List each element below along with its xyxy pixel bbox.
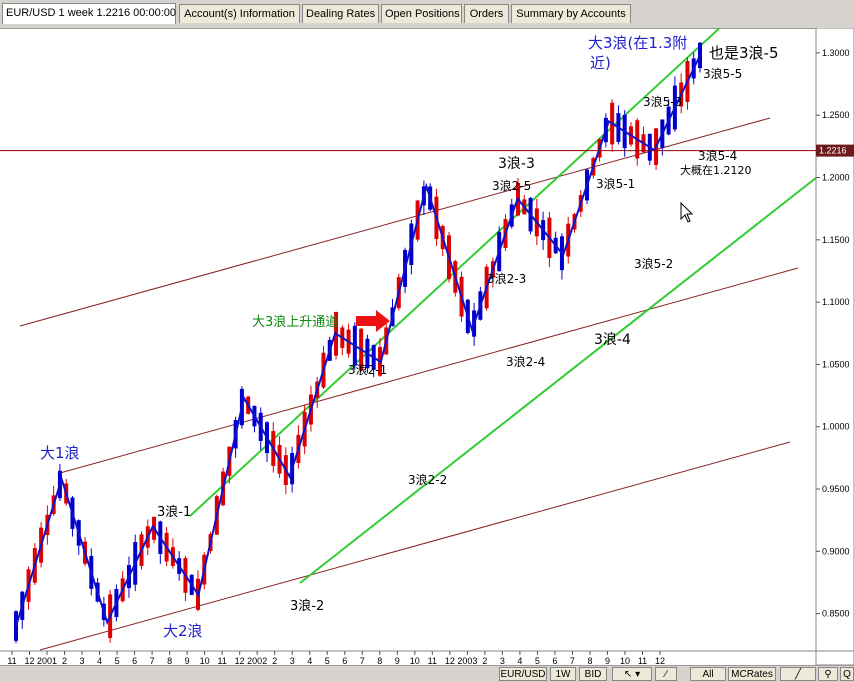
x-tick-label: 4 — [97, 656, 102, 665]
x-tick-label: 9 — [185, 656, 190, 665]
y-tick-label: 1.0500 — [822, 359, 850, 369]
wave-annotation: 3浪5-2 — [634, 256, 673, 271]
tab-open-positions[interactable]: Open Positions — [381, 4, 462, 23]
tab-orders[interactable]: Orders — [464, 4, 509, 23]
x-tick-label: 9 — [395, 656, 400, 665]
x-tick-label: 3 — [500, 656, 505, 665]
tab-dealing-rates[interactable]: Dealing Rates — [302, 4, 379, 23]
x-tick-label: 12 — [445, 656, 455, 665]
y-tick-label: 1.3000 — [822, 48, 850, 58]
x-tick-label: 8 — [167, 656, 172, 665]
x-tick-label: 10 — [200, 656, 210, 665]
y-tick-label: 0.8500 — [822, 609, 850, 619]
price-chart[interactable]: 1.3000 1.2500 1.2000 1.1500 1.1000 1.0500 1.00… — [0, 28, 854, 665]
y-tick-label: 1.1000 — [822, 297, 850, 307]
draw-icon: ╱ — [794, 669, 802, 680]
x-tick-label: 6 — [342, 656, 347, 665]
x-tick-label: 10 — [620, 656, 630, 665]
wave-annotation: 3浪-1 — [157, 505, 191, 520]
mouse-cursor-icon — [680, 201, 694, 223]
y-tick-label: 0.9500 — [822, 484, 850, 494]
chart-canvas[interactable]: 1.3000 1.2500 1.2000 1.1500 1.1000 1.0500 1.00… — [0, 28, 854, 665]
current-price-label: 1.2216 — [819, 146, 847, 156]
tab-account-information[interactable]: Account(s) Information — [179, 4, 300, 23]
x-tick-label: 3 — [290, 656, 295, 665]
line-tool-icon: ∕ — [665, 669, 667, 680]
all-button[interactable]: All — [690, 667, 726, 681]
line-tool-button[interactable]: ∕ — [655, 667, 677, 681]
bottom-toolbar: EUR/USD 1W BID ↖ ▾ ∕ All MCRates ╱ ⚲ Q — [0, 665, 854, 682]
x-tick-label: 5 — [325, 656, 330, 665]
x-tick-label: 12 — [235, 656, 245, 665]
wave-annotation: 3浪5-1 — [596, 176, 635, 191]
tab-summary-by-accounts[interactable]: Summary by Accounts — [511, 4, 631, 23]
x-tick-label: 7 — [360, 656, 365, 665]
x-tick-label: 2003 — [457, 656, 477, 665]
symbol-selector[interactable]: EUR/USD — [499, 667, 547, 681]
x-tick-label: 6 — [132, 656, 137, 665]
x-tick-label: 8 — [377, 656, 382, 665]
x-tick-label: 6 — [552, 656, 557, 665]
trend-channel-line — [59, 267, 799, 474]
tab-eurusd-chart[interactable]: EUR/USD 1 week 1.2216 00:00:00 — [2, 3, 176, 24]
cursor-tool-button[interactable]: ↖ ▾ — [612, 667, 652, 681]
wave-annotation: 大1浪 — [40, 444, 80, 462]
x-tick-label: 8 — [587, 656, 592, 665]
wave-annotation: 3浪2-5 — [492, 178, 531, 193]
x-tick-label: 11 — [7, 656, 16, 665]
wave-annotation: 大2浪 — [163, 622, 203, 640]
x-tick-label: 2001 — [37, 656, 57, 665]
tab-bar: EUR/USD 1 week 1.2216 00:00:00 Account(s… — [0, 0, 854, 29]
price-side-selector[interactable]: BID — [579, 667, 607, 681]
wave-annotation: 3浪-3 — [498, 156, 535, 172]
wave-annotation: 3浪2-3 — [487, 271, 526, 286]
wave-annotation: 大3浪(在1.3附 — [588, 34, 687, 52]
period-selector[interactable]: 1W — [550, 667, 576, 681]
price-axis — [815, 28, 854, 665]
y-tick-label: 1.0000 — [822, 422, 850, 432]
wave-annotation: 也是3浪-5 — [709, 44, 779, 62]
cursor-icon: ↖ ▾ — [623, 669, 641, 680]
x-tick-label: 11 — [638, 656, 647, 665]
x-tick-label: 9 — [605, 656, 610, 665]
wave-annotation: 3浪2-2 — [408, 472, 447, 487]
line-draw-button[interactable]: ╱ — [780, 667, 816, 681]
x-tick-label: 5 — [115, 656, 120, 665]
x-tick-label: 4 — [307, 656, 312, 665]
y-tick-label: 1.1500 — [822, 235, 850, 245]
x-tick-label: 2 — [62, 656, 67, 665]
x-tick-label: 2002 — [247, 656, 267, 665]
x-tick-label: 7 — [570, 656, 575, 665]
x-tick-label: 12 — [25, 656, 35, 665]
wave-annotation: 3浪5-5 — [703, 66, 742, 81]
wave-annotation: 3浪5-4 — [698, 148, 737, 163]
mcrates-button[interactable]: MCRates — [728, 667, 776, 681]
wave-annotation: 近) — [590, 54, 611, 72]
zoom-icon: ⚲ — [824, 669, 832, 680]
x-tick-label: 5 — [535, 656, 540, 665]
trading-platform-window: EUR/USD 1 week 1.2216 00:00:00 Account(s… — [0, 0, 854, 682]
wave-annotation: 3浪-4 — [594, 332, 631, 348]
x-tick-label: 7 — [150, 656, 155, 665]
x-tick-label: 3 — [80, 656, 85, 665]
q-icon: Q — [843, 669, 851, 680]
x-tick-label: 11 — [217, 656, 226, 665]
y-tick-label: 1.2000 — [822, 173, 850, 183]
x-tick-label: 10 — [410, 656, 420, 665]
x-tick-label: 11 — [428, 656, 437, 665]
wave-annotation: 3浪5-3 — [643, 94, 682, 109]
y-tick-label: 0.9000 — [822, 546, 850, 556]
y-tick-label: 1.2500 — [822, 110, 850, 120]
x-tick-label: 2 — [272, 656, 277, 665]
q-button[interactable]: Q — [840, 667, 854, 681]
x-tick-label: 12 — [655, 656, 665, 665]
wave-annotation: 3浪2-1 — [348, 362, 387, 377]
wave-annotation: 3浪2-4 — [506, 354, 545, 369]
wave-annotation: 3浪-2 — [290, 599, 324, 614]
x-tick-label: 2 — [482, 656, 487, 665]
zoom-button[interactable]: ⚲ — [818, 667, 838, 681]
x-tick-label: 4 — [517, 656, 522, 665]
wave-annotation: 大概在1.2120 — [680, 163, 752, 177]
wave-annotation: 大3浪上升通道 — [252, 315, 338, 330]
